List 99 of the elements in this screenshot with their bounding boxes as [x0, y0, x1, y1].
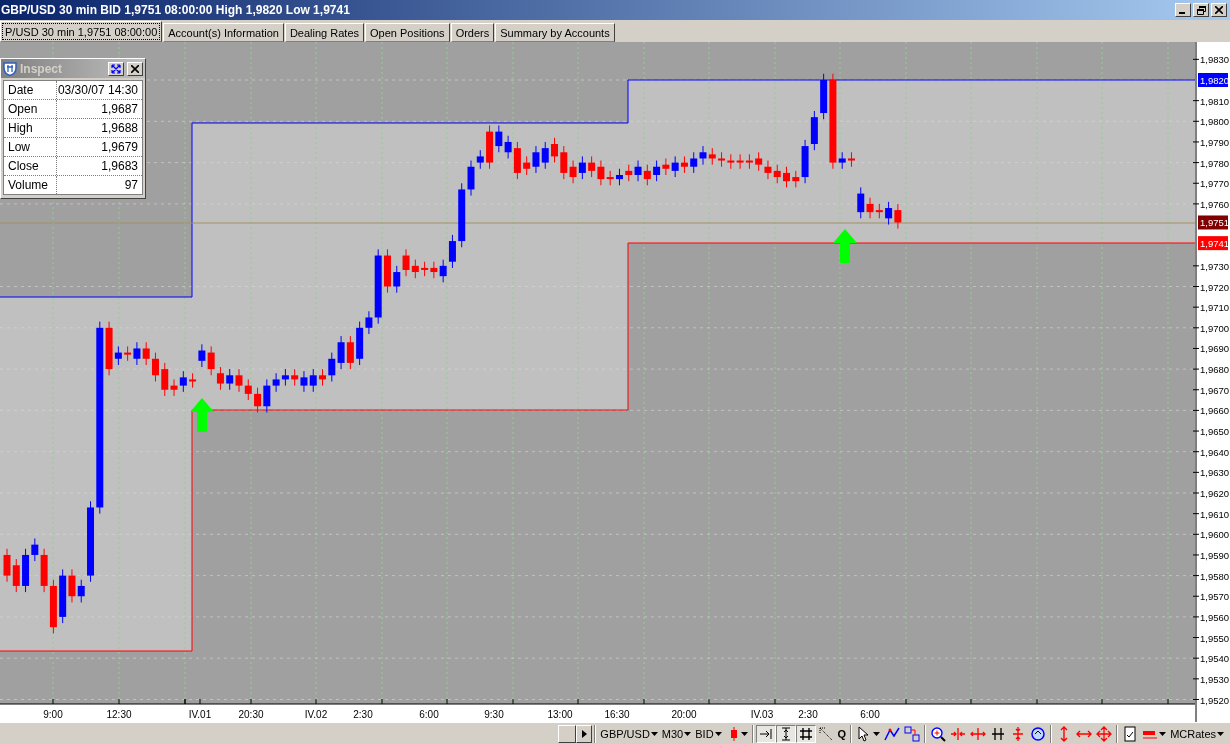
field-label: Low [4, 138, 57, 156]
field-label: Open [4, 100, 57, 118]
price-label: 1,9700 [1200, 322, 1230, 334]
price-label: 1,9741 [1200, 238, 1230, 250]
restore-icon [1196, 5, 1206, 15]
field-label: Date [4, 81, 57, 99]
field-label: High [4, 119, 57, 137]
quote-button[interactable]: Q [835, 724, 849, 743]
close-button[interactable] [127, 61, 143, 76]
price-label: 1,9530 [1200, 673, 1230, 685]
field-value: 03/30/07 14:30 [57, 82, 139, 99]
price-label: 1,9650 [1200, 426, 1230, 438]
tab[interactable]: Orders [450, 23, 495, 42]
close-icon [131, 64, 139, 73]
four-way-arrows-icon[interactable] [1096, 725, 1113, 742]
price-label: 1,9790 [1200, 136, 1230, 148]
time-label: 2:30 [798, 709, 818, 720]
document-icon[interactable] [1122, 725, 1139, 742]
time-label: IV.01 [188, 709, 212, 720]
field-value: 1,9679 [100, 139, 139, 156]
field-value: 1,9688 [100, 120, 139, 137]
price-label: 1,9710 [1200, 302, 1230, 314]
price-label: 1,9751 [1200, 217, 1230, 229]
price-label: 1,9720 [1200, 281, 1230, 293]
linked-boxes-icon[interactable] [904, 725, 921, 742]
price-label: 1,9580 [1200, 570, 1230, 582]
time-label: 13:00 [547, 709, 573, 720]
minimize-button[interactable] [1175, 3, 1191, 17]
tab[interactable]: Dealing Rates [284, 23, 364, 42]
price-label: 1,9540 [1200, 653, 1230, 665]
timeframe-dropdown[interactable]: M30 [659, 724, 694, 743]
price-type-dropdown[interactable]: BID [693, 724, 724, 743]
price-label: 1,9620 [1200, 488, 1230, 499]
price-label: 1,9770 [1200, 178, 1230, 190]
price-label: 1,9730 [1200, 260, 1230, 272]
time-label: IV.02 [304, 709, 328, 720]
expand-icon [111, 63, 121, 74]
up-arrow-marker [833, 229, 857, 263]
price-label: 1,9610 [1200, 508, 1230, 520]
tab[interactable]: Open Positions [365, 23, 450, 42]
maximize-button[interactable] [108, 61, 124, 76]
price-label: 1,9660 [1200, 405, 1230, 417]
price-label: 1,9780 [1200, 157, 1230, 169]
price-label: 1,9690 [1200, 343, 1230, 355]
price-label: 1,9820 [1200, 75, 1230, 86]
price-label: 1,9830 [1200, 54, 1230, 66]
price-label: 1,9810 [1200, 95, 1230, 107]
scrollbar-thumb[interactable] [558, 724, 577, 743]
tab[interactable]: P/USD 30 min 1,9751 08:00:00 [0, 21, 163, 42]
restore-button[interactable] [1193, 3, 1209, 17]
right-triangle-icon [581, 729, 587, 738]
price-label: 1,9570 [1200, 591, 1230, 603]
time-label: IV.03 [750, 709, 774, 720]
time-label: 9:30 [484, 709, 504, 720]
price-label: 1,9800 [1200, 116, 1230, 128]
price-label: 1,9670 [1200, 384, 1230, 396]
close-button[interactable] [1211, 3, 1227, 17]
time-label: 20:30 [238, 709, 264, 720]
caret-icon [1159, 731, 1167, 736]
price-label: 1,9550 [1200, 632, 1230, 644]
field-value: 1,9687 [100, 101, 139, 118]
up-arrow-marker [190, 398, 214, 432]
price-label: 1,9680 [1200, 364, 1230, 376]
field-label: Close [4, 157, 57, 175]
caret-icon [684, 731, 692, 736]
inspect-title: Inspect [20, 61, 63, 76]
shield-icon [3, 61, 17, 76]
price-label: 1,9640 [1200, 446, 1230, 458]
zoom-in-icon[interactable] [930, 725, 947, 742]
source-dropdown[interactable]: MCRates [1168, 724, 1226, 743]
window-title: GBP/USD 30 min BID 1,9751 08:00:00 High 1,9820 Low 1,9741 [0, 3, 351, 17]
price-label: 1,9560 [1200, 611, 1230, 623]
time-label: 20:00 [671, 709, 697, 720]
close-icon [1215, 6, 1223, 14]
price-label: 1,9520 [1200, 694, 1230, 706]
time-label: 9:00 [43, 709, 63, 720]
caret-icon [1217, 731, 1224, 736]
price-label: 1,9590 [1200, 549, 1230, 561]
trend-line-icon[interactable] [884, 725, 901, 742]
grid-icon[interactable] [797, 725, 814, 742]
time-label: 6:00 [860, 709, 880, 720]
tab[interactable]: Summary by Accounts [495, 23, 615, 42]
price-label: 1,9760 [1200, 198, 1230, 210]
time-label: 16:30 [604, 709, 630, 720]
field-value: 97 [123, 177, 139, 194]
tab[interactable]: Account(s) Information [163, 23, 284, 42]
time-label: 6:00 [419, 709, 439, 720]
field-label: Volume [4, 176, 57, 194]
scroll-right-button[interactable] [576, 724, 593, 743]
symbol-dropdown[interactable]: GBP/USD [598, 724, 660, 743]
caret-icon [873, 731, 881, 736]
price-label: 1,9630 [1200, 467, 1230, 479]
time-label: 12:30 [106, 709, 132, 720]
caret-icon [740, 731, 748, 736]
caret-icon [714, 731, 722, 736]
time-label: 2:30 [353, 709, 373, 720]
field-value: 1,9683 [100, 158, 139, 175]
price-label: 1,9600 [1200, 529, 1230, 541]
caret-icon [650, 731, 658, 736]
